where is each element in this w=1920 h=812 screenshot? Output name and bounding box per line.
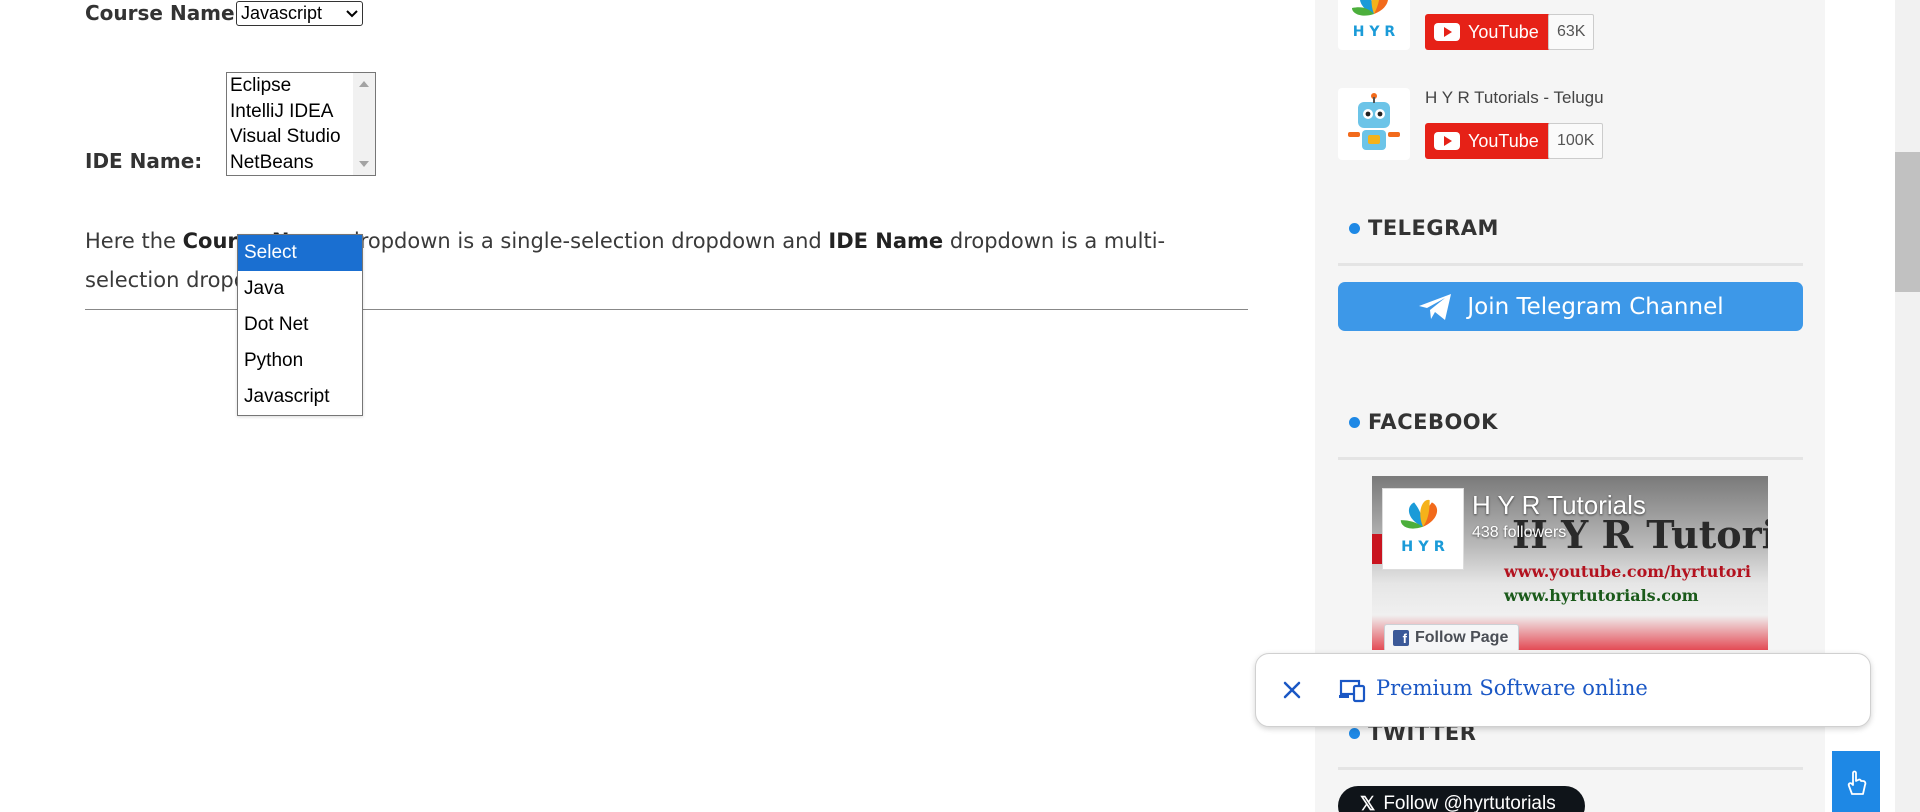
touch-assist-button[interactable]: [1832, 751, 1880, 812]
youtube-subscribe-button[interactable]: YouTube: [1425, 14, 1551, 50]
dropdown-option[interactable]: Python: [238, 343, 362, 379]
join-telegram-button[interactable]: Join Telegram Channel: [1338, 282, 1803, 331]
course-name-select-value: Javascript: [241, 3, 323, 23]
page-scrollbar[interactable]: [1895, 0, 1920, 812]
ide-name-label: IDE Name:: [85, 149, 203, 173]
devices-icon: [1339, 679, 1366, 703]
paragraph-bold-ide: IDE Name: [828, 229, 944, 253]
banner-url-site: www.hyrtutorials.com: [1504, 586, 1699, 605]
facebook-page-logo[interactable]: H Y R: [1382, 488, 1464, 570]
youtube-button-label: YouTube: [1468, 21, 1539, 42]
widget-divider: [1338, 263, 1803, 266]
ide-list-scrollbar[interactable]: [353, 73, 375, 175]
follow-button-label: Follow Page: [1415, 629, 1509, 646]
telegram-widget-title: TELEGRAM: [1349, 216, 1499, 240]
paragraph-text: Here the: [85, 229, 183, 253]
scrollbar-thumb[interactable]: [1895, 152, 1920, 292]
main-content: Course Name: Javascript IDE Name: Eclips…: [0, 0, 1315, 812]
dropdown-option[interactable]: Java: [238, 271, 362, 307]
ad-link-text[interactable]: Premium Software online: [1376, 676, 1648, 700]
telegram-title-text: TELEGRAM: [1368, 216, 1499, 240]
youtube-subscribe-button[interactable]: YouTube: [1425, 123, 1551, 159]
facebook-followers-count: 438 followers: [1472, 524, 1567, 541]
course-dropdown-popup[interactable]: Select Java Dot Net Python Javascript: [237, 234, 363, 416]
svg-text:H Y R: H Y R: [1401, 539, 1445, 555]
youtube-subscriber-count: 63K: [1548, 14, 1595, 50]
facebook-page-widget[interactable]: H Y R Tutoria www.youtube.com/hyrtutori …: [1372, 476, 1768, 650]
bullet-dot-icon: [1349, 727, 1360, 739]
svg-text:H Y R: H Y R: [1353, 24, 1396, 40]
bullet-dot-icon: [1349, 222, 1360, 234]
dropdown-option[interactable]: Javascript: [238, 379, 362, 415]
ad-banner-popup[interactable]: Premium Software online: [1255, 653, 1871, 727]
robot-logo[interactable]: [1338, 88, 1410, 160]
youtube-play-icon: [1434, 23, 1460, 41]
telegram-icon: [1419, 293, 1452, 320]
facebook-icon: f: [1393, 630, 1409, 646]
twitter-button-label: Follow @hyrtutorials: [1383, 793, 1556, 812]
twitter-follow-button[interactable]: 𝕏 Follow @hyrtutorials: [1338, 786, 1585, 812]
youtube-play-icon: [1434, 132, 1460, 150]
scroll-down-icon[interactable]: [359, 161, 369, 167]
widget-divider: [1338, 767, 1803, 770]
youtube-button-label: YouTube: [1468, 130, 1539, 151]
facebook-follow-button[interactable]: f Follow Page: [1384, 624, 1520, 650]
widget-divider: [1338, 457, 1803, 460]
touch-icon: [1847, 770, 1867, 795]
paragraph-text: dropdown is a single-selection dropdown …: [339, 229, 829, 253]
close-icon[interactable]: [1278, 676, 1306, 704]
facebook-page-name[interactable]: H Y R Tutorials: [1472, 490, 1646, 521]
x-logo-icon: 𝕏: [1360, 794, 1376, 812]
scroll-up-icon[interactable]: [359, 81, 369, 87]
dropdown-option[interactable]: Dot Net: [238, 307, 362, 343]
ide-name-multiselect[interactable]: Eclipse IntelliJ IDEA Visual Studio NetB…: [226, 72, 376, 176]
youtube-subscriber-count: 100K: [1548, 123, 1604, 159]
hyr-logo[interactable]: H Y R: [1338, 0, 1410, 50]
facebook-widget-title: FACEBOOK: [1349, 410, 1498, 434]
banner-url-youtube: www.youtube.com/hyrtutori: [1504, 562, 1751, 581]
chevron-down-icon: [346, 6, 358, 21]
course-name-label: Course Name:: [85, 1, 243, 25]
dropdown-option-highlighted[interactable]: Select: [238, 235, 362, 271]
facebook-title-text: FACEBOOK: [1368, 410, 1498, 434]
telegram-button-label: Join Telegram Channel: [1467, 293, 1724, 320]
bullet-dot-icon: [1349, 416, 1360, 428]
youtube-channel-name[interactable]: H Y R Tutorials - Telugu: [1425, 88, 1604, 108]
course-name-select[interactable]: Javascript: [236, 1, 363, 26]
